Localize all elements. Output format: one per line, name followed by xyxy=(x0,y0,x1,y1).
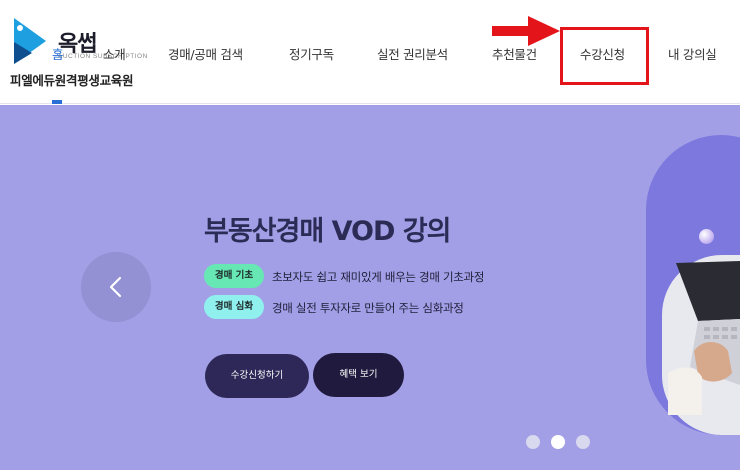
benefit-button[interactable]: 혜택 보기 xyxy=(313,353,404,397)
hero-title: 부동산경매 VOD 강의 xyxy=(204,216,451,247)
org-name: 피엘에듀원격평생교육원 xyxy=(10,73,134,88)
logo-play-icon xyxy=(14,18,46,64)
site-header: 옥썹 AUCTION SUBSCRIPTION 피엘에듀원격평생교육원 홈 소개… xyxy=(0,0,740,104)
enroll-highlight-box xyxy=(560,27,649,85)
carousel-dot[interactable] xyxy=(576,435,590,449)
badge-basic: 경매 기초 xyxy=(204,264,264,288)
active-nav-indicator xyxy=(52,100,62,104)
carousel-dot-active[interactable] xyxy=(551,435,565,449)
carousel-prev-button[interactable] xyxy=(81,252,151,322)
course-description-advanced: 경매 실전 투자자로 만들어 주는 심화과정 xyxy=(272,301,464,315)
nav-about[interactable]: 소개 xyxy=(103,44,126,63)
nav-auction-search[interactable]: 경매/공매 검색 xyxy=(168,44,243,63)
decorative-sphere xyxy=(699,229,714,244)
course-description-basic: 초보자도 쉽고 재미있게 배우는 경매 기초과정 xyxy=(272,270,485,284)
nav-home[interactable]: 홈 xyxy=(52,44,64,63)
nav-subscription[interactable]: 정기구독 xyxy=(289,44,334,63)
nav-rights-analysis[interactable]: 실전 권리분석 xyxy=(377,44,448,63)
red-arrow-right-icon xyxy=(492,16,560,46)
badge-advanced: 경매 심화 xyxy=(204,295,264,319)
chevron-left-icon xyxy=(109,276,122,298)
carousel-dot[interactable] xyxy=(526,435,540,449)
nav-my-courses[interactable]: 내 강의실 xyxy=(668,44,717,63)
nav-recommended[interactable]: 추천물건 xyxy=(492,44,537,63)
enroll-button[interactable]: 수강신청하기 xyxy=(205,354,309,398)
laptop-photo xyxy=(668,261,740,415)
hero-banner: 부동산경매 VOD 강의 경매 기초 초보자도 쉽고 재미있게 배우는 경매 기… xyxy=(0,105,740,470)
site-logo[interactable]: 옥썹 AUCTION SUBSCRIPTION xyxy=(10,16,150,66)
